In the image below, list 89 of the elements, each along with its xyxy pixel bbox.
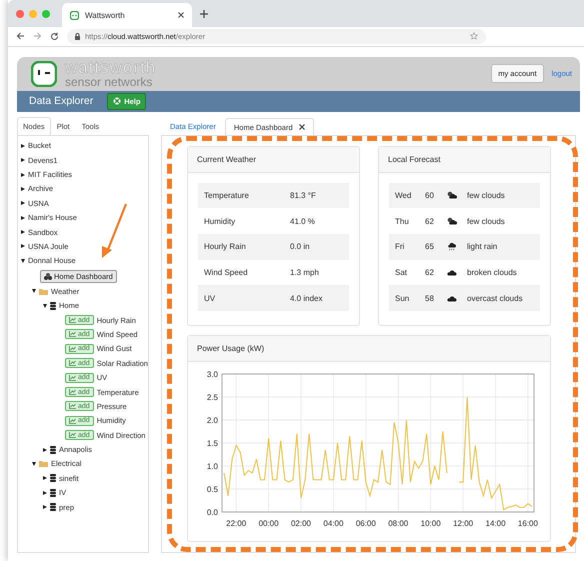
x-tick-label: 22:00 (226, 519, 246, 528)
expand-toggle-icon[interactable] (21, 201, 25, 206)
x-tick-label: 16:00 (518, 519, 538, 528)
lifebuoy-icon (113, 97, 122, 106)
y-tick-label: 0.0 (206, 508, 218, 517)
table-cell-text: Sat (395, 268, 408, 277)
chart-icon (69, 389, 76, 395)
table-cell-text: 65 (425, 242, 435, 252)
table-cell-text: 58 (425, 294, 435, 303)
database-icon (50, 474, 56, 482)
expand-toggle-icon[interactable] (21, 158, 25, 162)
cloud-icon (447, 268, 457, 276)
expand-toggle-icon[interactable] (21, 230, 25, 234)
table-cell-text: Thu (395, 216, 410, 226)
database-icon (50, 446, 56, 454)
x-tick-label: 10:00 (420, 519, 441, 528)
card-title: Power Usage (kW) (188, 336, 550, 362)
y-tick-label: 2.0 (206, 416, 218, 425)
expand-toggle-icon[interactable] (21, 244, 25, 248)
expand-toggle-icon[interactable] (21, 144, 25, 148)
table-cell-text: Hourly Rain (204, 242, 247, 252)
dashboard-icon (44, 272, 52, 280)
chart-icon (69, 317, 76, 324)
table-cell-text: 60 (425, 190, 435, 200)
table-cell-text: Temperature (204, 190, 250, 200)
x-tick-label: 08:00 (388, 519, 408, 528)
lock-icon (75, 32, 80, 40)
table-cell: few clouds (467, 190, 505, 200)
card-title: Current Weather (188, 146, 359, 173)
table-cell: 41.0 % (290, 216, 315, 226)
expand-toggle-icon[interactable] (21, 172, 25, 177)
table-cell-text: Humidity (204, 216, 236, 226)
brand-tagline: sensor networks (65, 76, 154, 88)
x-tick-label: 06:00 (356, 519, 376, 528)
table-cell: 81.3 °F (290, 190, 316, 200)
sun-cloud-icon (447, 217, 457, 226)
expand-toggle-icon[interactable] (21, 186, 25, 191)
logo-icon (31, 60, 57, 87)
y-tick-label: 2.5 (206, 393, 218, 402)
table-cell: 0.0 in (290, 242, 310, 252)
x-tick-label: 02:00 (290, 519, 312, 528)
table-cell: broken clouds (467, 268, 517, 277)
browser-tab[interactable]: Wattsworth (62, 3, 192, 28)
collapse-toggle-icon[interactable] (21, 258, 25, 263)
table-cell-text: 62 (425, 268, 435, 277)
table-cell: 4.0 index (290, 294, 322, 303)
database-icon (50, 488, 56, 497)
expand-toggle-icon[interactable] (21, 216, 25, 220)
card-title: Local Forecast (379, 146, 550, 173)
y-tick-label: 1.0 (206, 462, 218, 471)
table-cell-text: Sun (395, 294, 410, 303)
chart-icon (69, 346, 76, 352)
table-cell-text: Fri (395, 242, 406, 252)
chart-icon (69, 331, 76, 338)
new-tab-icon[interactable] (198, 8, 210, 20)
star-icon[interactable] (470, 32, 478, 40)
sun-cloud-icon (447, 191, 457, 200)
y-tick-label: 3.0 (206, 370, 218, 379)
x-tick-label: 12:00 (453, 519, 474, 528)
table-cell: overcast clouds (467, 294, 523, 303)
folder-icon (39, 288, 48, 295)
database-icon (50, 302, 56, 310)
chart-icon (69, 432, 76, 438)
table-cell-text: Wind Speed (204, 268, 249, 277)
outlet-icon (70, 10, 79, 20)
table-cell-text: Wed (395, 190, 412, 200)
close-icon[interactable] (178, 12, 184, 18)
rain-cloud-icon (447, 242, 457, 252)
table-cell-text: 62 (425, 216, 435, 226)
x-tick-label: 00:00 (258, 519, 279, 528)
x-tick-label: 14:00 (486, 519, 506, 528)
x-tick-label: 04:00 (323, 519, 344, 528)
database-icon (50, 503, 56, 512)
close-icon[interactable] (298, 124, 305, 130)
page-title: Data Explorer (29, 95, 94, 108)
table-cell: 1.3 mph (290, 268, 319, 277)
cloud-icon (447, 294, 457, 302)
y-tick-label: 0.5 (206, 485, 218, 494)
folder-icon (39, 460, 48, 468)
chart-icon (69, 360, 76, 366)
back-icon[interactable] (16, 32, 25, 40)
reload-icon[interactable] (50, 32, 59, 41)
table-cell: light rain (467, 242, 498, 252)
chart-icon (69, 403, 76, 410)
chart-icon (69, 418, 76, 424)
y-tick-label: 1.5 (206, 439, 218, 448)
table-cell: few clouds (467, 216, 505, 226)
chart-icon (69, 374, 76, 381)
table-cell-text: UV (204, 294, 216, 303)
